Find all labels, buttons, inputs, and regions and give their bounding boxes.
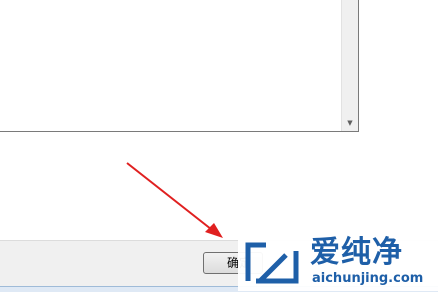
watermark-title: 爱纯净 [310,235,403,270]
aichunjing-logo-icon [245,242,299,284]
watermark: 爱纯净 aichunjing.com [238,232,438,291]
watermark-url: aichunjing.com [312,271,424,286]
